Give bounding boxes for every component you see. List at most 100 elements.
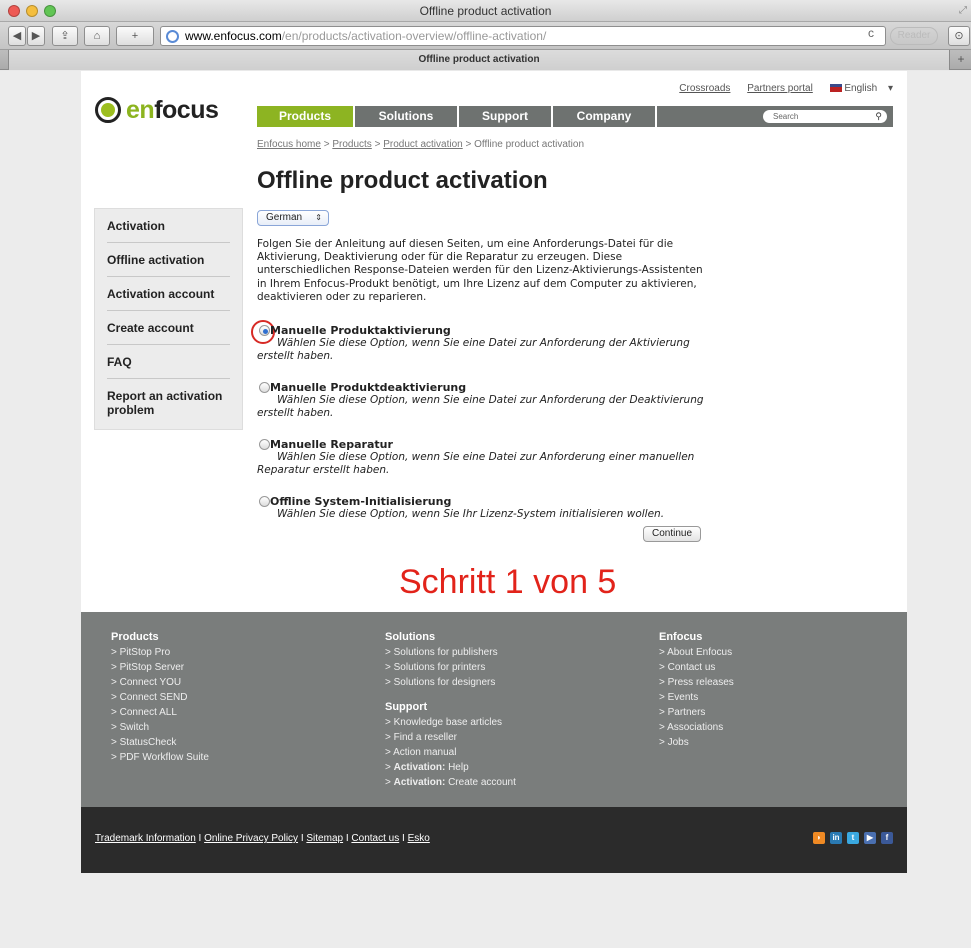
- footer-link[interactable]: > Solutions for publishers: [385, 645, 516, 660]
- share-button[interactable]: ⇪: [52, 26, 78, 46]
- footer-link[interactable]: > Action manual: [385, 745, 516, 760]
- new-tab-button[interactable]: +: [952, 52, 970, 68]
- link-rest: Create account: [445, 777, 516, 788]
- rss-icon[interactable]: ◗: [813, 832, 825, 844]
- contact-link[interactable]: Contact us: [351, 833, 399, 844]
- breadcrumb-product-activation[interactable]: Product activation: [383, 139, 463, 150]
- sitemap-link[interactable]: Sitemap: [306, 833, 343, 844]
- enfocus-logo-icon: [95, 97, 121, 123]
- footer-heading: Products: [111, 631, 159, 643]
- footer-link[interactable]: > Solutions for designers: [385, 675, 516, 690]
- footer-link[interactable]: > About Enfocus: [659, 645, 734, 660]
- step-annotation: Schritt 1 von 5: [399, 563, 617, 601]
- page-title: Offline product activation: [257, 167, 548, 194]
- breadcrumb-home[interactable]: Enfocus home: [257, 139, 321, 150]
- reader-button[interactable]: Reader: [890, 27, 938, 45]
- trademark-link[interactable]: Trademark Information: [95, 833, 196, 844]
- us-flag-icon: [829, 84, 842, 93]
- footer-link[interactable]: > Knowledge base articles: [385, 715, 516, 730]
- main-navigation: Products Solutions Support Company Searc…: [257, 106, 893, 127]
- breadcrumb: Enfocus home > Products > Product activa…: [257, 139, 585, 150]
- nav-products[interactable]: Products: [257, 106, 355, 127]
- breadcrumb-products[interactable]: Products: [332, 139, 371, 150]
- youtube-icon[interactable]: ▶: [864, 832, 876, 844]
- sidebar-item-create-account[interactable]: Create account: [107, 311, 230, 345]
- footer: Products > PitStop Pro > PitStop Server …: [81, 612, 907, 807]
- sidebar-item-activation[interactable]: Activation: [107, 209, 230, 243]
- option-repair[interactable]: Manuelle Reparatur Wählen Sie diese Opti…: [257, 438, 727, 477]
- downloads-button[interactable]: ⊙: [948, 26, 970, 46]
- option-label: Offline System-Initialisierung: [270, 495, 452, 508]
- footer-link-activation-create[interactable]: > Activation: Create account: [385, 775, 516, 790]
- partners-portal-link[interactable]: Partners portal: [747, 83, 813, 94]
- web-page: Crossroads Partners portal English ▾ enf…: [81, 71, 907, 873]
- radio-activation[interactable]: [259, 325, 270, 336]
- search-input[interactable]: Search ⚲: [763, 110, 887, 123]
- footer-link[interactable]: > Connect ALL: [111, 705, 209, 720]
- option-deactivation[interactable]: Manuelle Produktdeaktivierung Wählen Sie…: [257, 381, 727, 420]
- link-bold: Activation:: [393, 777, 446, 788]
- footer-link[interactable]: > Switch: [111, 720, 209, 735]
- reload-icon[interactable]: c: [868, 26, 874, 40]
- sidebar-item-report-problem[interactable]: Report an activation problem: [107, 379, 230, 426]
- footer-link[interactable]: > Associations: [659, 720, 734, 735]
- footer-link[interactable]: > Connect YOU: [111, 675, 209, 690]
- footer-link[interactable]: > Jobs: [659, 735, 734, 750]
- footer-link-activation-help[interactable]: > Activation: Help: [385, 760, 516, 775]
- nav-company[interactable]: Company: [553, 106, 657, 127]
- continue-button[interactable]: Continue: [643, 526, 701, 542]
- address-bar[interactable]: www.enfocus.com/en/products/activation-o…: [160, 26, 886, 46]
- add-bookmark-button[interactable]: +: [116, 26, 154, 46]
- radio-system-init[interactable]: [259, 496, 270, 507]
- option-description: Wählen Sie diese Option, wenn Sie eine D…: [257, 337, 690, 362]
- language-select[interactable]: German ⇕: [257, 210, 329, 226]
- footer-link[interactable]: > Partners: [659, 705, 734, 720]
- radio-repair[interactable]: [259, 439, 270, 450]
- footer-link[interactable]: > Events: [659, 690, 734, 705]
- option-label: Manuelle Produktdeaktivierung: [270, 381, 467, 394]
- nav-solutions[interactable]: Solutions: [355, 106, 459, 127]
- site-icon: [166, 30, 179, 43]
- forward-button[interactable]: ▶: [27, 26, 45, 46]
- window-titlebar: Offline product activation ⤢: [0, 0, 971, 22]
- footer-link[interactable]: > Press releases: [659, 675, 734, 690]
- option-label: Manuelle Reparatur: [270, 438, 393, 451]
- esko-link[interactable]: Esko: [408, 833, 430, 844]
- sidebar-item-offline-activation[interactable]: Offline activation: [107, 243, 230, 277]
- footer-link[interactable]: > PitStop Server: [111, 660, 209, 675]
- option-activation[interactable]: Manuelle Produktaktivierung Wählen Sie d…: [257, 324, 727, 363]
- linkedin-icon[interactable]: in: [830, 832, 842, 844]
- footer-solutions-support: Solutions > Solutions for publishers > S…: [385, 630, 516, 790]
- language-selector[interactable]: English: [844, 83, 877, 94]
- footer-link[interactable]: > Solutions for printers: [385, 660, 516, 675]
- facebook-icon[interactable]: f: [881, 832, 893, 844]
- back-button[interactable]: ◀: [8, 26, 26, 46]
- privacy-link[interactable]: Online Privacy Policy: [204, 833, 298, 844]
- search-icon[interactable]: ⚲: [875, 110, 882, 123]
- crossroads-link[interactable]: Crossroads: [679, 83, 730, 94]
- fullscreen-icon[interactable]: ⤢: [959, 5, 967, 16]
- footer-link[interactable]: > PitStop Pro: [111, 645, 209, 660]
- footer-products: Products > PitStop Pro > PitStop Server …: [111, 630, 209, 765]
- top-links: Crossroads Partners portal English ▾: [665, 83, 893, 94]
- sidebar: Activation Offline activation Activation…: [94, 208, 243, 430]
- footer-heading: Solutions: [385, 631, 436, 643]
- nav-support[interactable]: Support: [459, 106, 553, 127]
- tab-offline-activation[interactable]: Offline product activation: [8, 50, 950, 70]
- footer-link[interactable]: > Find a reseller: [385, 730, 516, 745]
- sidebar-item-faq[interactable]: FAQ: [107, 345, 230, 379]
- sidebar-item-activation-account[interactable]: Activation account: [107, 277, 230, 311]
- footer-link[interactable]: > Contact us: [659, 660, 734, 675]
- chevron-down-icon[interactable]: ▾: [888, 83, 893, 94]
- home-button[interactable]: ⌂: [84, 26, 110, 46]
- footer-link[interactable]: > PDF Workflow Suite: [111, 750, 209, 765]
- url-path: /en/products/activation-overview/offline…: [281, 29, 547, 43]
- footer-link[interactable]: > StatusCheck: [111, 735, 209, 750]
- link-prefix: >: [385, 777, 394, 788]
- enfocus-logo[interactable]: enfocus: [95, 95, 219, 124]
- footer-link[interactable]: > Connect SEND: [111, 690, 209, 705]
- radio-deactivation[interactable]: [259, 382, 270, 393]
- twitter-icon[interactable]: t: [847, 832, 859, 844]
- logo-text-focus: focus: [154, 95, 219, 124]
- option-system-init[interactable]: Offline System-Initialisierung Wählen Si…: [257, 495, 727, 521]
